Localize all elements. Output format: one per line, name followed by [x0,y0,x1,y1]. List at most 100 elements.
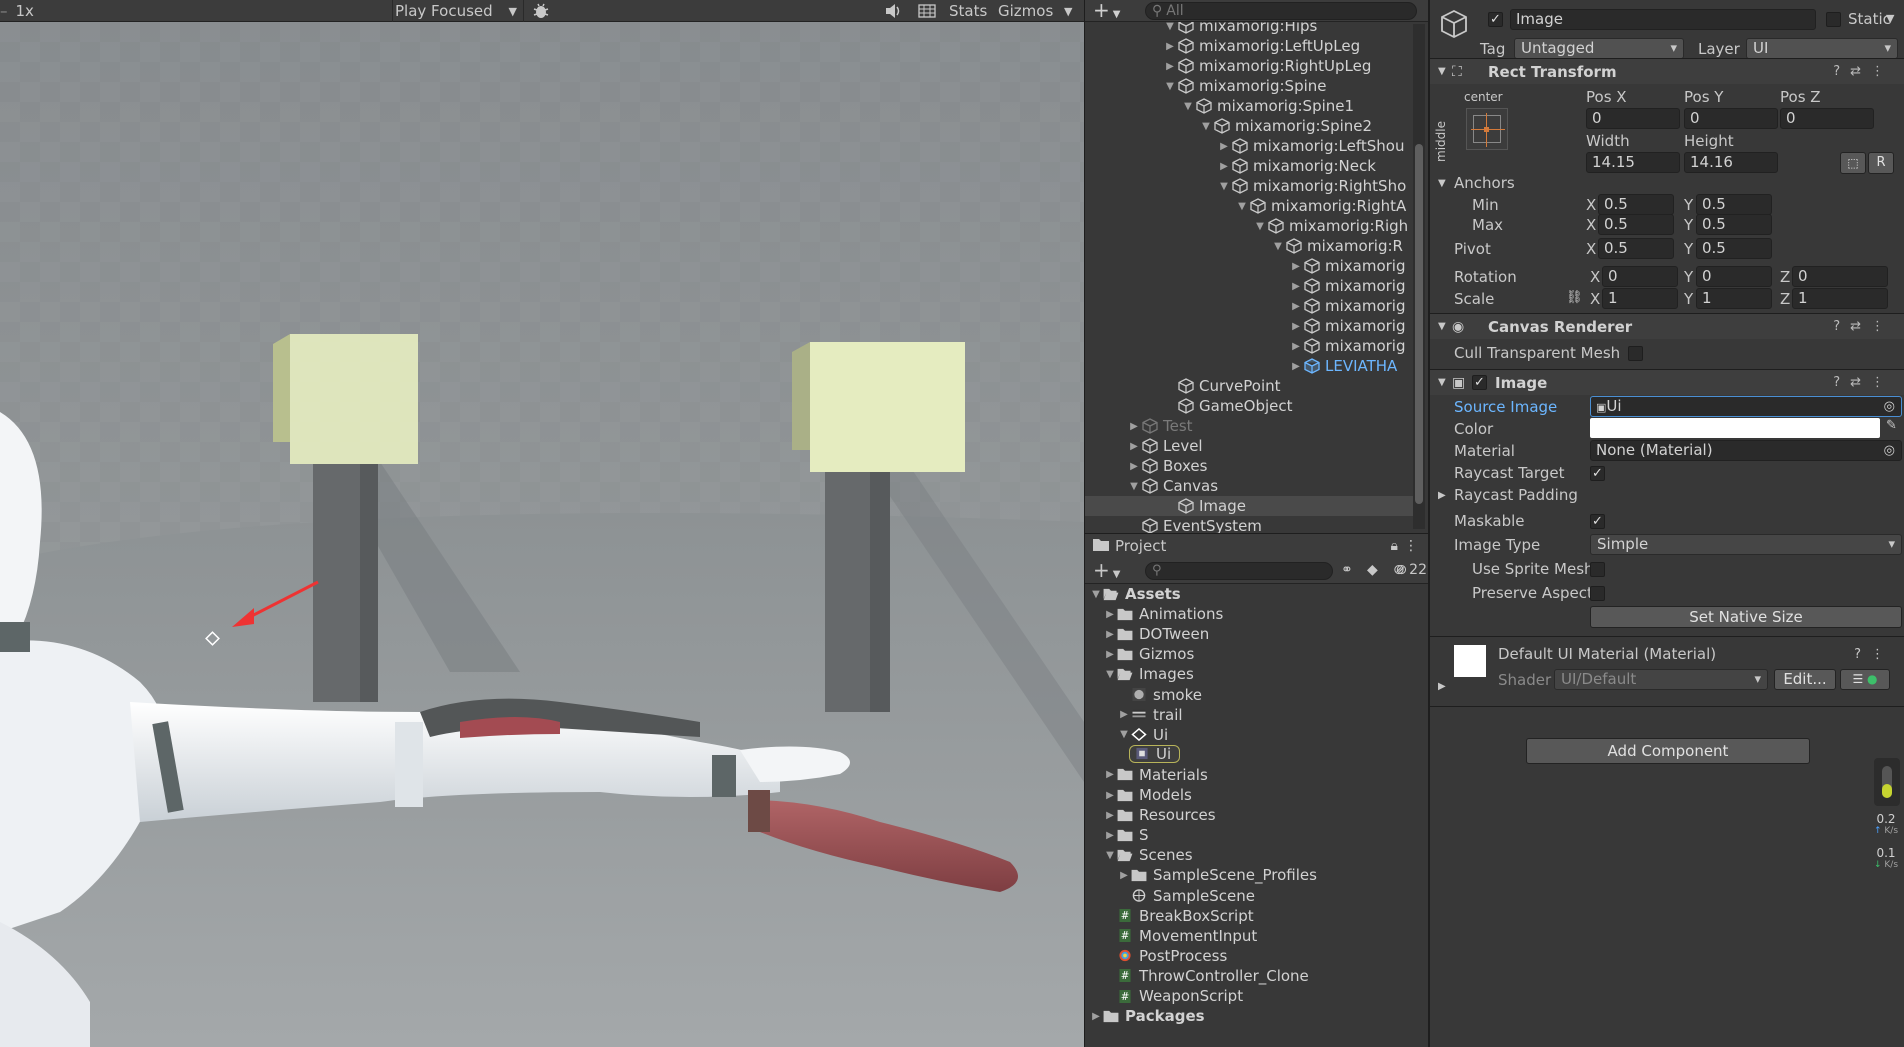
collapsed-arrow-icon[interactable]: ▶ [1127,441,1141,452]
hierarchy-item[interactable]: ▶ mixamorig [1085,276,1415,296]
anchor-min-x-field[interactable]: 0.5 [1598,194,1674,215]
collapsed-arrow-icon[interactable]: ▶ [1163,41,1177,52]
project-item[interactable]: ▼ Scenes [1085,845,1429,865]
rect-transform-header[interactable]: ▼ ⛶ Rect Transform ?⇄⋮ [1430,58,1904,84]
hierarchy-item[interactable]: ▶ mixamorig [1085,316,1415,336]
collapsed-arrow-icon[interactable]: ▶ [1289,281,1303,292]
hierarchy-item[interactable]: ▼ mixamorig:Spine2 [1085,116,1415,136]
hierarchy-item[interactable]: ▶ mixamorig:LeftUpLeg [1085,36,1415,56]
image-type-dropdown[interactable]: Simple [1590,534,1902,555]
collapsed-arrow-icon[interactable]: ▶ [1289,261,1303,272]
project-item[interactable]: ▶ SampleScene_Profiles [1085,865,1429,885]
static-checkbox[interactable] [1826,12,1841,27]
project-tab[interactable]: Project 🔒︎ ⋮ [1085,534,1428,558]
object-picker-icon[interactable]: ◎ [1884,397,1895,416]
game-scene[interactable] [0,22,1084,1047]
collapsed-arrow-icon[interactable]: ▶ [1127,421,1141,432]
shader-dropdown[interactable]: UI/Default [1554,669,1768,690]
hierarchy-item[interactable]: ▼ mixamorig:Spine1 [1085,96,1415,116]
collapsed-arrow-icon[interactable]: ▶ [1217,141,1231,152]
project-item[interactable]: ▶ Models [1085,785,1429,805]
project-item[interactable]: ▶ Resources [1085,805,1429,825]
hierarchy-item[interactable]: ▶ mixamorig:LeftShou [1085,136,1415,156]
expanded-arrow-icon[interactable]: ▼ [1217,181,1231,192]
hierarchy-item[interactable]: ▶ Test [1085,416,1415,436]
scale-x-field[interactable]: 1 [1602,288,1678,309]
collapsed-arrow-icon[interactable]: ▶ [1289,301,1303,312]
hierarchy-search-input[interactable]: ⚲ All [1145,2,1417,20]
maskable-checkbox[interactable]: ✓ [1590,514,1605,529]
grid-icon[interactable] [918,0,936,22]
canvas-renderer-header[interactable]: ▼ ◉ Canvas Renderer ?⇄⋮ [1430,313,1904,339]
project-item[interactable]: # ThrowController_Clone [1085,966,1429,986]
height-field[interactable]: 14.16 [1684,152,1778,173]
collapsed-arrow-icon[interactable]: ▶ [1117,870,1131,881]
create-asset-button[interactable]: + ▼ [1093,560,1120,585]
raw-edit-button[interactable]: R [1868,152,1894,174]
hierarchy-item[interactable]: ▶ mixamorig [1085,336,1415,356]
project-item[interactable]: ▶ trail [1085,705,1429,725]
collapsed-arrow-icon[interactable]: ▶ [1089,1011,1103,1022]
hierarchy-item[interactable]: ▼ mixamorig:Hips [1085,22,1415,36]
width-field[interactable]: 14.15 [1586,152,1680,173]
project-item[interactable]: ▶ Packages [1085,1006,1429,1026]
expanded-arrow-icon[interactable]: ▼ [1163,81,1177,92]
collapsed-arrow-icon[interactable]: ▶ [1103,830,1117,841]
blueprint-mode-button[interactable]: ⬚ [1840,152,1866,174]
hierarchy-item[interactable]: ▶ mixamorig [1085,256,1415,276]
project-item[interactable]: ▶ Animations [1085,604,1429,624]
project-search-input[interactable]: ⚲ [1145,562,1333,580]
project-item[interactable]: ▶ Materials [1085,765,1429,785]
expanded-arrow-icon[interactable]: ▼ [1199,121,1213,132]
project-item[interactable]: ▼ Images [1085,664,1429,684]
hierarchy-item[interactable]: ▼ Canvas [1085,476,1415,496]
hierarchy-item[interactable]: EventSystem [1085,516,1415,533]
expanded-arrow-icon[interactable]: ▼ [1117,729,1131,740]
component-header-icons[interactable]: ?⇄⋮ [1833,64,1894,79]
expanded-arrow-icon[interactable]: ▼ [1103,669,1117,680]
add-component-button[interactable]: Add Component [1526,738,1810,764]
project-item[interactable]: ▼ Ui [1085,725,1429,745]
scale-slider-label[interactable]: –1x [0,0,34,22]
layer-dropdown[interactable]: UI [1746,38,1898,59]
lock-icon[interactable]: 🔒︎ [1391,538,1398,554]
collapsed-arrow-icon[interactable]: ▶ [1103,609,1117,620]
set-native-size-button[interactable]: Set Native Size [1590,606,1902,628]
preserve-aspect-checkbox[interactable] [1590,586,1605,601]
color-swatch[interactable] [1590,418,1880,438]
expanded-arrow-icon[interactable]: ▼ [1181,101,1195,112]
eyedropper-icon[interactable]: ✎ [1886,418,1897,433]
hierarchy-item[interactable]: ▼ mixamorig:RightSho [1085,176,1415,196]
use-sprite-mesh-checkbox[interactable] [1590,562,1605,577]
hierarchy-item[interactable]: ▼ mixamorig:RightA [1085,196,1415,216]
collapsed-arrow-icon[interactable]: ▶ [1289,361,1303,372]
expanded-arrow-icon[interactable]: ▼ [1253,221,1267,232]
collapsed-arrow-icon[interactable]: ▶ [1289,341,1303,352]
raycast-padding-label[interactable]: Raycast Padding [1454,486,1578,504]
hierarchy-item[interactable]: ▼ mixamorig:R [1085,236,1415,256]
component-header-icons[interactable]: ?⇄⋮ [1833,375,1894,390]
project-item[interactable]: ▶ DOTween [1085,624,1429,644]
project-item[interactable]: # BreakBoxScript [1085,906,1429,926]
object-name-input[interactable]: Image [1510,9,1816,30]
scale-y-field[interactable]: 1 [1696,288,1772,309]
bug-icon[interactable] [532,0,550,22]
component-header-icons[interactable]: ?⇄⋮ [1833,319,1894,334]
anchors-foldout-icon[interactable]: ▼ [1438,178,1446,189]
expanded-arrow-icon[interactable]: ▼ [1235,201,1249,212]
image-enabled-checkbox[interactable]: ✓ [1472,375,1487,390]
audio-icon[interactable] [884,0,902,22]
hierarchy-item[interactable]: ▶ Boxes [1085,456,1415,476]
project-item[interactable]: smoke [1085,685,1429,705]
shader-options-button[interactable]: ☰ ● [1840,669,1890,690]
project-item[interactable]: SampleScene [1085,886,1429,906]
stats-button[interactable]: Stats [949,0,987,22]
pos-y-field[interactable]: 0 [1684,108,1778,129]
image-component-header[interactable]: ▼ ▣ ✓ Image ?⇄⋮ [1430,369,1904,395]
project-item[interactable]: ▶ Gizmos [1085,644,1429,664]
project-item[interactable]: ▼ Assets [1085,586,1429,604]
edit-shader-button[interactable]: Edit... [1774,669,1836,690]
project-item[interactable]: # WeaponScript [1085,986,1429,1006]
source-image-field[interactable]: ▣Ui ◎ [1590,396,1902,417]
static-chevron-icon[interactable]: ▼ [1886,12,1894,25]
